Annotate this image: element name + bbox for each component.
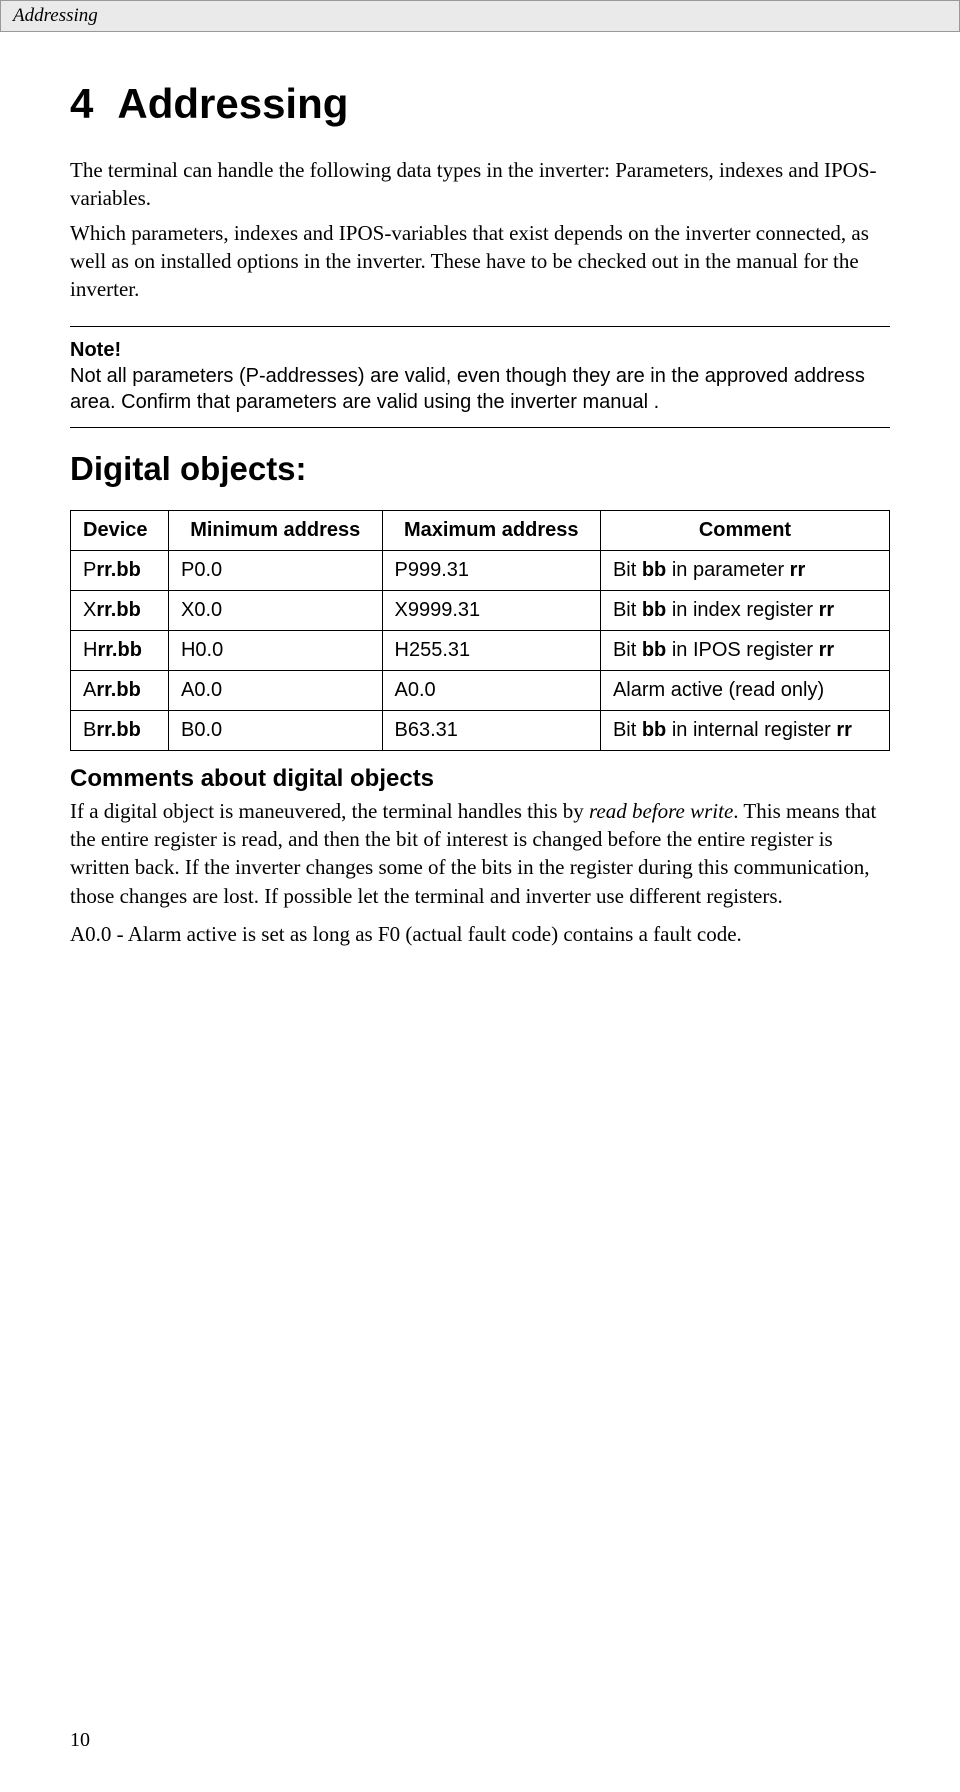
cell-max: P999.31 <box>382 550 600 590</box>
comments-paragraph-1: If a digital object is maneuvered, the t… <box>70 797 890 910</box>
cell-comment: Bit bb in index register rr <box>600 590 889 630</box>
comments-paragraph-2: A0.0 - Alarm active is set as long as F0… <box>70 920 890 948</box>
cell-min: B0.0 <box>168 710 382 750</box>
note-box: Note! Not all parameters (P-addresses) a… <box>70 326 890 428</box>
cell-min: X0.0 <box>168 590 382 630</box>
page-number: 10 <box>70 1729 90 1752</box>
table-row: Brr.bb B0.0 B63.31 Bit bb in internal re… <box>71 710 890 750</box>
cell-device: Brr.bb <box>71 710 169 750</box>
cell-min: H0.0 <box>168 630 382 670</box>
chapter-number: 4 <box>70 80 93 128</box>
page-content: 4 Addressing The terminal can handle the … <box>0 32 960 948</box>
cell-max: H255.31 <box>382 630 600 670</box>
col-max: Maximum address <box>382 510 600 550</box>
cell-device: Xrr.bb <box>71 590 169 630</box>
cell-device: Prr.bb <box>71 550 169 590</box>
cell-device: Arr.bb <box>71 670 169 710</box>
table-row: Xrr.bb X0.0 X9999.31 Bit bb in index reg… <box>71 590 890 630</box>
digital-objects-table: Device Minimum address Maximum address C… <box>70 510 890 751</box>
cell-max: A0.0 <box>382 670 600 710</box>
cell-comment: Bit bb in internal register rr <box>600 710 889 750</box>
table-row: Hrr.bb H0.0 H255.31 Bit bb in IPOS regis… <box>71 630 890 670</box>
cell-device: Hrr.bb <box>71 630 169 670</box>
chapter-name: Addressing <box>117 80 348 127</box>
col-comment: Comment <box>600 510 889 550</box>
table-row: Arr.bb A0.0 A0.0 Alarm active (read only… <box>71 670 890 710</box>
col-min: Minimum address <box>168 510 382 550</box>
cell-comment: Bit bb in IPOS register rr <box>600 630 889 670</box>
cell-min: P0.0 <box>168 550 382 590</box>
note-label: Note! <box>70 337 890 363</box>
table-row: Prr.bb P0.0 P999.31 Bit bb in parameter … <box>71 550 890 590</box>
section-heading: Digital objects: <box>70 450 890 488</box>
table-header-row: Device Minimum address Maximum address C… <box>71 510 890 550</box>
cell-comment: Alarm active (read only) <box>600 670 889 710</box>
running-header: Addressing <box>0 0 960 32</box>
note-text: Not all parameters (P-addresses) are val… <box>70 365 865 413</box>
intro-paragraph-1: The terminal can handle the following da… <box>70 156 890 213</box>
col-device: Device <box>71 510 169 550</box>
cell-min: A0.0 <box>168 670 382 710</box>
cell-comment: Bit bb in parameter rr <box>600 550 889 590</box>
comments-heading: Comments about digital objects <box>70 765 890 793</box>
cell-max: B63.31 <box>382 710 600 750</box>
cell-max: X9999.31 <box>382 590 600 630</box>
emphasis: read before write <box>589 799 733 823</box>
running-title: Addressing <box>13 5 98 26</box>
chapter-title: 4 Addressing <box>70 80 890 128</box>
intro-paragraph-2: Which parameters, indexes and IPOS-varia… <box>70 219 890 304</box>
